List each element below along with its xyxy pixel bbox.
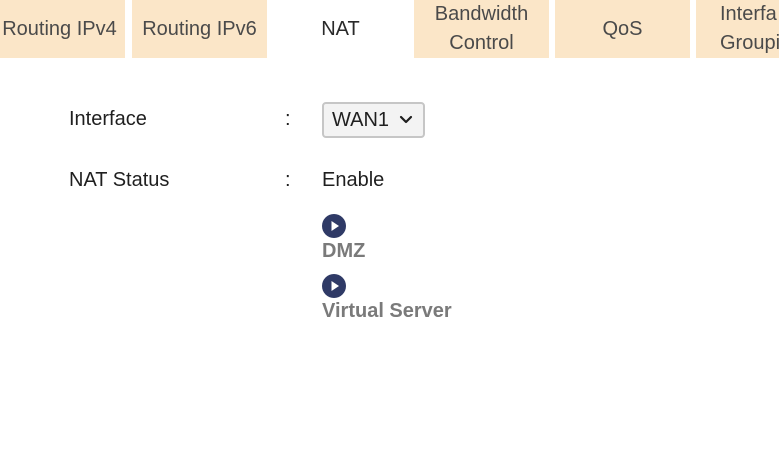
- tab-label: Routing IPv4: [2, 17, 117, 40]
- interface-select-value: WAN1: [332, 108, 390, 131]
- arrow-circle-right-icon: [322, 274, 346, 298]
- interface-label: Interface: [69, 108, 147, 130]
- arrow-circle-right-icon: [322, 214, 346, 238]
- tab-label-line2: Groupi: [720, 32, 779, 54]
- nat-settings-page: Routing IPv4 Routing IPv6 NAT Bandwidth …: [0, 0, 779, 474]
- tab-label: Interfa Groupi: [720, 0, 779, 58]
- tab-routing-ipv4[interactable]: Routing IPv4: [0, 0, 125, 58]
- nat-status-label: NAT Status: [69, 169, 170, 191]
- interface-colon: :: [285, 108, 291, 130]
- tab-label-line1: Bandwidth: [434, 3, 529, 25]
- interface-select[interactable]: WAN1: [322, 102, 425, 138]
- tab-qos[interactable]: QoS: [555, 0, 690, 58]
- virtual-server-link[interactable]: Virtual Server: [322, 274, 452, 323]
- tab-label: QoS: [602, 17, 643, 40]
- tab-label-line1: Interfa: [720, 3, 777, 25]
- chevron-down-icon: [399, 115, 413, 125]
- tab-label-line2: Control: [449, 32, 514, 54]
- tab-label: NAT: [321, 17, 360, 40]
- tab-label: Routing IPv6: [142, 17, 257, 40]
- dmz-link-label: DMZ: [322, 240, 366, 262]
- tab-label: Bandwidth Control: [435, 0, 528, 58]
- nat-status-colon: :: [285, 169, 291, 191]
- nat-status-value: Enable: [322, 169, 385, 191]
- tab-nat[interactable]: NAT: [270, 0, 411, 58]
- tab-bar: Routing IPv4 Routing IPv6 NAT Bandwidth …: [0, 0, 779, 60]
- tab-bandwidth-control[interactable]: Bandwidth Control: [414, 0, 549, 58]
- tab-routing-ipv6[interactable]: Routing IPv6: [132, 0, 267, 58]
- dmz-link[interactable]: DMZ: [322, 214, 365, 263]
- tab-interface-grouping[interactable]: Interfa Groupi: [696, 0, 779, 58]
- virtual-server-link-label: Virtual Server: [322, 300, 452, 322]
